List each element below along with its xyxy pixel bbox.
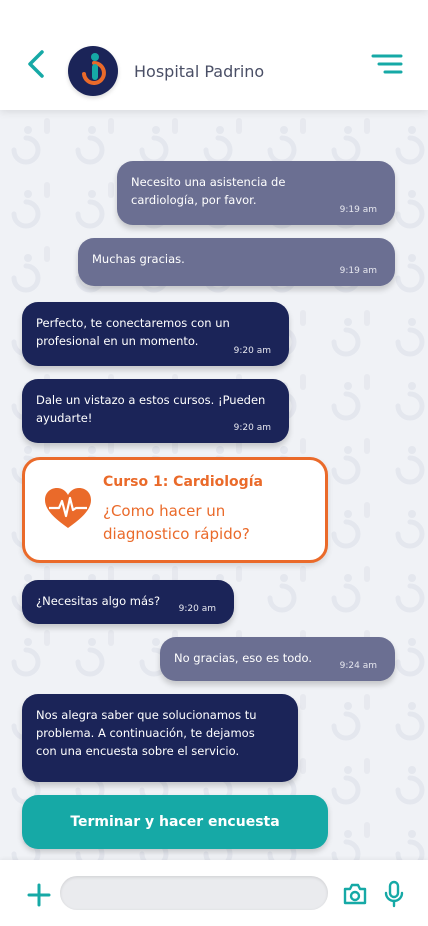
message-bubble-incoming[interactable]: Perfecto, te conectaremos con un profesi…: [22, 302, 289, 366]
add-attachment-button[interactable]: [26, 882, 52, 908]
message-time: 9:24 am: [339, 661, 377, 671]
chat-header: Hospital Padrino: [0, 0, 428, 110]
hospital-avatar[interactable]: [68, 46, 118, 96]
message-bubble-incoming[interactable]: Nos alegra saber que solucionamos tu pro…: [22, 694, 298, 782]
message-time: 9:19 am: [339, 266, 377, 276]
hospital-logo-icon: [82, 53, 106, 85]
microphone-button[interactable]: [384, 880, 404, 908]
message-bubble-outgoing[interactable]: No gracias, eso es todo. 9:24 am: [160, 637, 395, 681]
message-input[interactable]: [60, 876, 328, 910]
back-button[interactable]: [22, 48, 52, 80]
course-title: Curso 1: Cardiología: [103, 474, 263, 490]
course-subtitle: ¿Como hacer un diagnostico rápido?: [103, 502, 250, 543]
message-text: Nos alegra saber que solucionamos tu pro…: [36, 708, 257, 758]
chat-area[interactable]: Necesito una asistencia de cardiología, …: [0, 110, 428, 860]
message-time: 9:20 am: [233, 423, 271, 433]
message-bubble-outgoing[interactable]: Muchas gracias. 9:19 am: [78, 238, 395, 286]
heart-pulse-icon: [45, 488, 91, 528]
message-time: 9:20 am: [233, 346, 271, 356]
menu-button[interactable]: [370, 52, 404, 78]
camera-button[interactable]: [342, 882, 368, 906]
chat-title: Hospital Padrino: [134, 62, 265, 81]
message-text: Muchas gracias.: [92, 252, 185, 266]
camera-icon: [343, 883, 367, 905]
message-time: 9:20 am: [178, 604, 216, 614]
message-bubble-incoming[interactable]: Dale un vistazo a estos cursos. ¡Pueden …: [22, 379, 289, 443]
finish-survey-button[interactable]: Terminar y hacer encuesta: [22, 795, 328, 849]
microphone-icon: [384, 880, 404, 908]
message-composer: [0, 860, 428, 926]
chevron-left-icon: [28, 50, 44, 78]
course-card[interactable]: Curso 1: Cardiología ¿Como hacer un diag…: [22, 457, 328, 563]
message-bubble-incoming[interactable]: ¿Necesitas algo más? 9:20 am: [22, 580, 234, 624]
menu-icon: [371, 54, 403, 74]
plus-icon: [27, 883, 51, 907]
message-bubble-outgoing[interactable]: Necesito una asistencia de cardiología, …: [117, 161, 395, 225]
message-time: 9:19 am: [339, 205, 377, 215]
